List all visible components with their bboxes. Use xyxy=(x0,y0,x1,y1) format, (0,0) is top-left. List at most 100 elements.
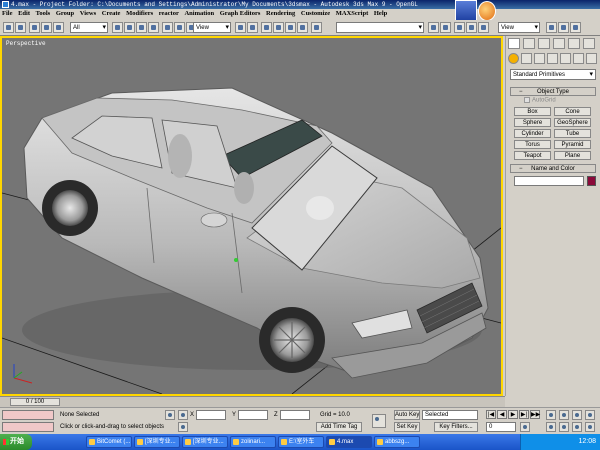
field-of-view-icon[interactable] xyxy=(546,422,556,432)
menu-group[interactable]: Group xyxy=(54,10,76,17)
absolute-mode-icon[interactable] xyxy=(178,410,188,420)
time-slider[interactable]: 0 / 100 xyxy=(0,396,505,407)
rotate-icon[interactable] xyxy=(174,22,185,33)
spinner-snap-icon[interactable] xyxy=(297,22,308,33)
redo-icon[interactable] xyxy=(15,22,26,33)
torus-button[interactable]: Torus xyxy=(514,140,551,149)
maximize-viewport-icon[interactable] xyxy=(585,422,595,432)
next-frame-icon[interactable]: ▶| xyxy=(519,410,529,419)
key-filters-button[interactable]: Key Filters... xyxy=(434,422,478,432)
tube-button[interactable]: Tube xyxy=(554,129,591,138)
modify-tab-icon[interactable] xyxy=(523,38,535,49)
named-selection-icon[interactable] xyxy=(311,22,322,33)
menu-modifiers[interactable]: Modifiers xyxy=(124,10,155,17)
material-editor-icon[interactable] xyxy=(570,22,581,33)
cylinder-button[interactable]: Cylinder xyxy=(514,129,551,138)
plane-button[interactable]: Plane xyxy=(554,151,591,160)
percent-snap-icon[interactable] xyxy=(285,22,296,33)
menu-customize[interactable]: Customize xyxy=(299,10,332,17)
geosphere-button[interactable]: GeoSphere xyxy=(554,118,591,127)
pivot-center-icon[interactable] xyxy=(235,22,246,33)
menu-maxscript[interactable]: MAXScript xyxy=(334,10,371,17)
menu-animation[interactable]: Animation xyxy=(182,10,216,17)
set-key-button[interactable]: Set Key xyxy=(394,422,420,432)
align-icon[interactable] xyxy=(440,22,451,33)
taskbar-item[interactable]: [深圳专业... xyxy=(134,436,180,448)
menu-file[interactable]: File xyxy=(0,10,14,17)
zoom-icon[interactable] xyxy=(546,410,556,420)
teapot-button[interactable]: Teapot xyxy=(514,151,551,160)
clock[interactable]: 12:08 xyxy=(578,434,596,450)
region-select-icon[interactable] xyxy=(136,22,147,33)
taskbar-item[interactable]: BitComet (... xyxy=(86,436,132,448)
menu-rendering[interactable]: Rendering xyxy=(264,10,297,17)
bind-space-warp-icon[interactable] xyxy=(53,22,64,33)
current-frame-field[interactable]: 0 xyxy=(486,422,516,432)
start-button[interactable]: 开始 xyxy=(0,434,32,450)
zoom-all-icon[interactable] xyxy=(559,410,569,420)
auto-key-button[interactable]: Auto Key xyxy=(394,410,420,420)
primitive-category-dropdown[interactable]: Standard Primitives xyxy=(510,69,596,80)
taskbar-item[interactable]: E:\室外车 xyxy=(278,436,324,448)
key-mode-dropdown[interactable]: Selected xyxy=(422,410,478,420)
motion-tab-icon[interactable] xyxy=(553,38,565,49)
render-setup-icon[interactable] xyxy=(558,22,569,33)
named-selection-sets-dropdown[interactable] xyxy=(336,22,424,33)
time-slider-thumb[interactable]: 0 / 100 xyxy=(10,398,60,406)
viewport-label[interactable]: Perspective xyxy=(6,40,46,47)
window-crossing-icon[interactable] xyxy=(148,22,159,33)
create-tab-icon[interactable] xyxy=(508,38,520,49)
lock-selection-icon[interactable] xyxy=(165,410,175,420)
box-button[interactable]: Box xyxy=(514,107,551,116)
pan-icon[interactable] xyxy=(559,422,569,432)
app-icon[interactable] xyxy=(2,1,9,8)
y-coordinate-field[interactable] xyxy=(238,410,268,420)
menu-edit[interactable]: Edit xyxy=(16,10,32,17)
menu-create[interactable]: Create xyxy=(100,10,123,17)
systems-icon[interactable] xyxy=(586,53,597,64)
unlink-icon[interactable] xyxy=(41,22,52,33)
menu-views[interactable]: Views xyxy=(78,10,98,17)
mirror-icon[interactable] xyxy=(428,22,439,33)
taskbar-item[interactable]: zolinari... xyxy=(230,436,276,448)
render-view-dropdown[interactable]: View xyxy=(498,22,540,33)
taskbar-item[interactable]: [深圳专业... xyxy=(182,436,228,448)
shapes-icon[interactable] xyxy=(521,53,532,64)
maxscript-output[interactable] xyxy=(2,422,54,432)
goto-start-icon[interactable]: |◀ xyxy=(486,410,496,419)
cameras-icon[interactable] xyxy=(547,53,558,64)
key-icon[interactable] xyxy=(372,414,386,428)
object-color-swatch[interactable] xyxy=(587,176,596,186)
goto-end-icon[interactable]: ▶▶ xyxy=(530,410,540,419)
quick-render-icon[interactable] xyxy=(546,22,557,33)
autogrid-checkbox[interactable]: AutoGrid xyxy=(524,97,556,104)
reference-coordinate-dropdown[interactable]: View xyxy=(193,22,231,33)
sphere-button[interactable]: Sphere xyxy=(514,118,551,127)
transform-type-in-icon[interactable] xyxy=(178,422,188,432)
time-config-icon[interactable] xyxy=(520,422,530,432)
undo-icon[interactable] xyxy=(3,22,14,33)
pyramid-button[interactable]: Pyramid xyxy=(554,140,591,149)
schematic-view-icon[interactable] xyxy=(478,22,489,33)
move-icon[interactable] xyxy=(162,22,173,33)
cone-button[interactable]: Cone xyxy=(554,107,591,116)
object-type-rollout[interactable]: Object Type xyxy=(510,87,596,96)
zoom-extents-icon[interactable] xyxy=(572,410,582,420)
menu-help[interactable]: Help xyxy=(372,10,389,17)
snap-toggle-icon[interactable] xyxy=(261,22,272,33)
layer-manager-icon[interactable] xyxy=(454,22,465,33)
play-icon[interactable]: ▶ xyxy=(508,410,518,419)
z-coordinate-field[interactable] xyxy=(280,410,310,420)
angle-snap-icon[interactable] xyxy=(273,22,284,33)
lights-icon[interactable] xyxy=(534,53,545,64)
geometry-icon[interactable] xyxy=(508,53,519,64)
selection-filter-dropdown[interactable]: All xyxy=(70,22,108,33)
x-coordinate-field[interactable] xyxy=(196,410,226,420)
prev-frame-icon[interactable]: ◀ xyxy=(497,410,507,419)
menu-tools[interactable]: Tools xyxy=(34,10,53,17)
add-time-tag-button[interactable]: Add Time Tag xyxy=(316,422,362,432)
link-icon[interactable] xyxy=(29,22,40,33)
object-name-field[interactable] xyxy=(514,176,584,186)
curve-editor-icon[interactable] xyxy=(466,22,477,33)
menu-reactor[interactable]: reactor xyxy=(157,10,181,17)
